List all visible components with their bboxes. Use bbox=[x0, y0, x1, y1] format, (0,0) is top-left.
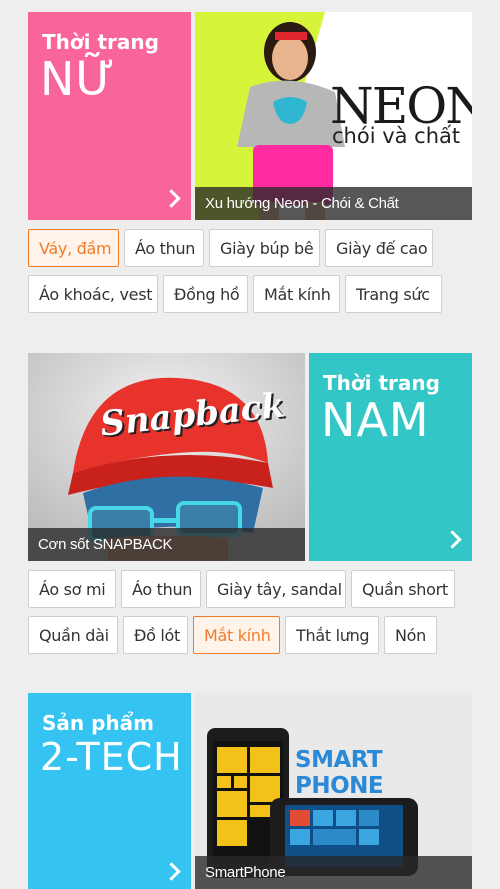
category-big-label: NỮ bbox=[40, 52, 116, 106]
category-big-label: 2-TECH bbox=[40, 735, 183, 779]
banner-row: Sản phẩm 2-TECH SMART PHONE SmartPhone bbox=[28, 693, 472, 889]
tag-button[interactable]: Mắt kính bbox=[253, 275, 340, 313]
section-women-fashion: Thời trang NỮ NEON chói và chất Xu hướng… bbox=[28, 12, 472, 313]
tag-button[interactable]: Quần dài bbox=[28, 616, 118, 654]
tag-button[interactable]: Thắt lưng bbox=[285, 616, 379, 654]
promo-banner-smartphone[interactable]: SMART PHONE SmartPhone bbox=[195, 693, 472, 889]
banner-subline: chói và chất bbox=[332, 124, 461, 148]
chevron-right-icon bbox=[446, 533, 460, 547]
tag-button[interactable]: Áo thun bbox=[121, 570, 201, 608]
chevron-right-icon bbox=[165, 192, 179, 206]
banner-caption: SmartPhone bbox=[195, 856, 472, 889]
banner-caption: Cơn sốt SNAPBACK bbox=[28, 528, 305, 561]
category-tile-tech[interactable]: Sản phẩm 2-TECH bbox=[28, 693, 191, 889]
section-men-fashion: Snapback Cơn sốt SNAPBACK Thời trang NAM… bbox=[28, 353, 472, 658]
banner-row: Thời trang NỮ NEON chói và chất Xu hướng… bbox=[28, 12, 472, 220]
tag-button[interactable]: Mắt kính bbox=[193, 616, 280, 654]
tag-button[interactable]: Áo thun bbox=[124, 229, 204, 267]
tag-button[interactable]: Áo khoác, vest bbox=[28, 275, 158, 313]
category-tile-women[interactable]: Thời trang NỮ bbox=[28, 12, 191, 220]
tag-button[interactable]: Quần short bbox=[351, 570, 455, 608]
promo-banner-snapback[interactable]: Snapback Cơn sốt SNAPBACK bbox=[28, 353, 305, 561]
tag-button[interactable]: Áo sơ mi bbox=[28, 570, 116, 608]
chevron-right-icon bbox=[165, 865, 179, 879]
tag-button[interactable]: Giày búp bê bbox=[209, 229, 320, 267]
category-small-label: Thời trang bbox=[42, 30, 159, 54]
category-big-label: NAM bbox=[321, 393, 430, 447]
promo-banner-neon[interactable]: NEON chói và chất Xu hướng Neon - Chói &… bbox=[195, 12, 472, 220]
banner-row: Snapback Cơn sốt SNAPBACK Thời trang NAM bbox=[28, 353, 472, 561]
banner-headline: SMART PHONE bbox=[295, 747, 384, 799]
tag-button[interactable]: Trang sức bbox=[345, 275, 442, 313]
tag-button[interactable]: Đồ lót bbox=[123, 616, 188, 654]
tag-button[interactable]: Giày đế cao bbox=[325, 229, 433, 267]
category-small-label: Thời trang bbox=[323, 371, 440, 395]
category-small-label: Sản phẩm bbox=[42, 711, 154, 735]
tag-button[interactable]: Váy, đầm bbox=[28, 229, 119, 267]
category-tile-men[interactable]: Thời trang NAM bbox=[309, 353, 472, 561]
section-tech: Sản phẩm 2-TECH SMART PHONE SmartPhone bbox=[28, 693, 472, 889]
tag-button[interactable]: Giày tây, sandal bbox=[206, 570, 346, 608]
tag-button[interactable]: Đồng hồ bbox=[163, 275, 248, 313]
banner-caption: Xu hướng Neon - Chói & Chất bbox=[195, 187, 472, 220]
tag-button[interactable]: Nón bbox=[384, 616, 437, 654]
